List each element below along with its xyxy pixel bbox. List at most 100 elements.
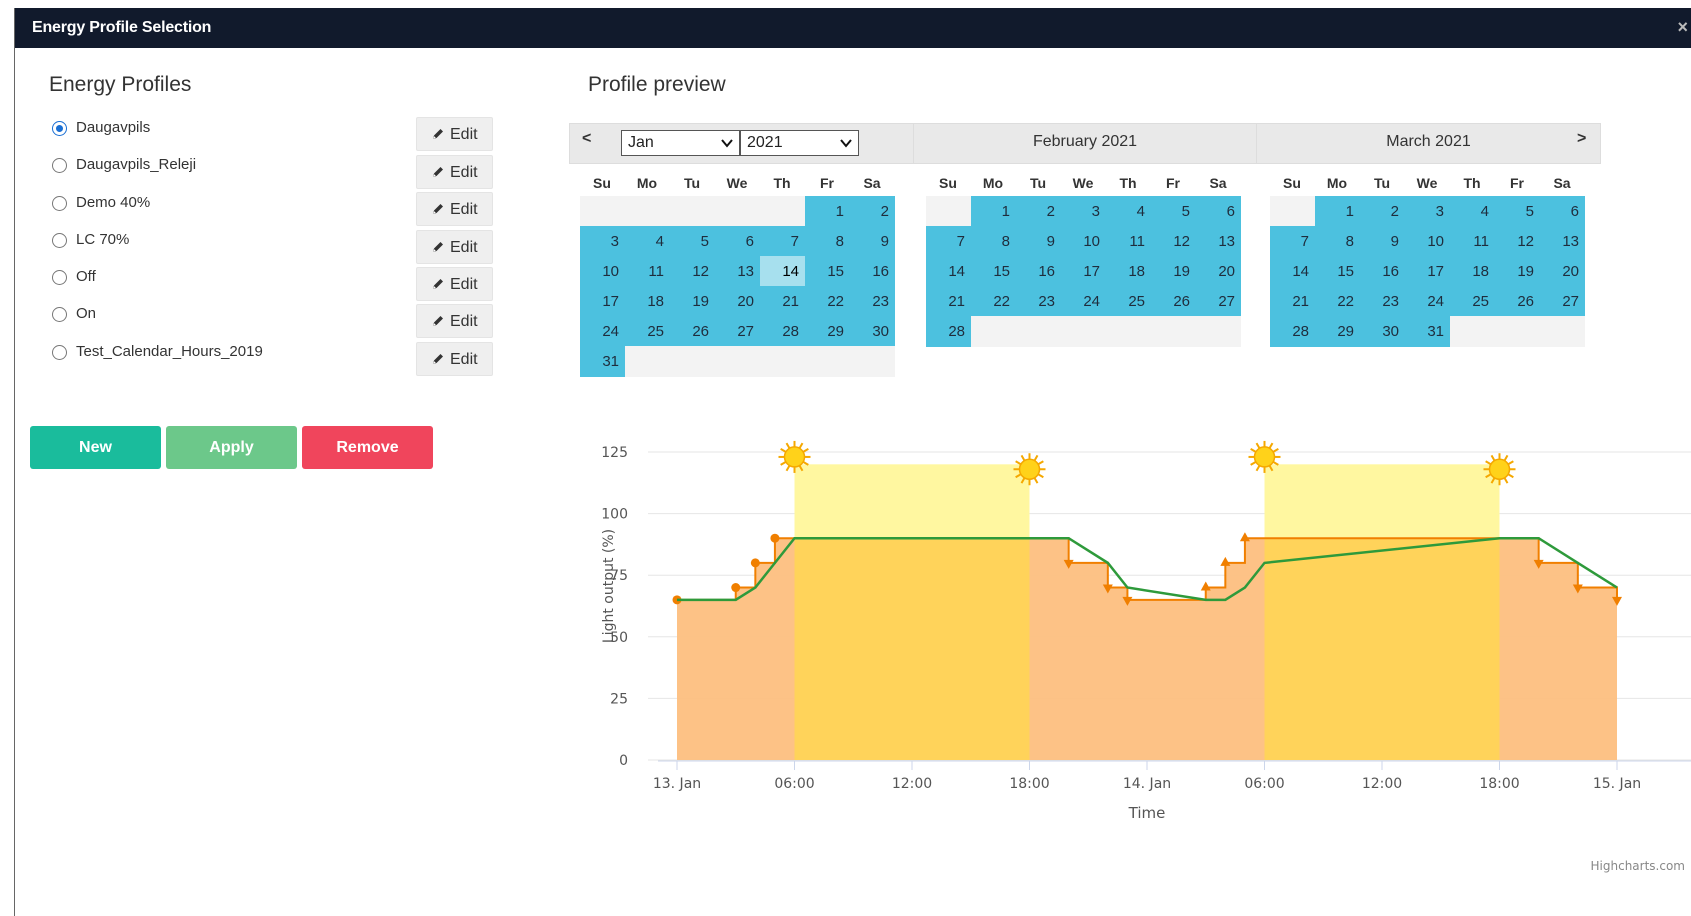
calendar-day[interactable]: 1 <box>971 196 1016 227</box>
profile-radio[interactable] <box>52 270 67 285</box>
calendar-day[interactable]: 28 <box>760 316 805 347</box>
calendar-day[interactable]: 11 <box>1106 226 1151 257</box>
calendar-day[interactable]: 21 <box>1270 286 1315 317</box>
calendar-day[interactable]: 26 <box>1151 286 1196 317</box>
calendar-day[interactable]: 20 <box>1196 256 1241 287</box>
calendar-day[interactable]: 18 <box>1450 256 1495 287</box>
calendar-day[interactable]: 9 <box>1016 226 1061 257</box>
close-icon[interactable]: × <box>1677 17 1688 38</box>
calendar-day[interactable]: 11 <box>625 256 670 287</box>
calendar-day[interactable]: 2 <box>1016 196 1061 227</box>
calendar-day[interactable]: 1 <box>805 196 850 227</box>
apply-button[interactable]: Apply <box>166 426 297 469</box>
remove-button[interactable]: Remove <box>302 426 433 469</box>
edit-profile-button[interactable]: Edit <box>416 192 493 226</box>
calendar-day[interactable]: 2 <box>1360 196 1405 227</box>
calendar-day[interactable]: 18 <box>625 286 670 317</box>
calendar-day[interactable]: 4 <box>1106 196 1151 227</box>
month-select[interactable]: Jan <box>621 130 740 156</box>
calendar-day[interactable]: 21 <box>926 286 971 317</box>
calendar-day[interactable]: 19 <box>1495 256 1540 287</box>
calendar-day[interactable]: 4 <box>625 226 670 257</box>
calendar-day[interactable]: 13 <box>715 256 760 287</box>
calendar-day[interactable]: 7 <box>926 226 971 257</box>
profile-radio[interactable] <box>52 307 67 322</box>
prev-month-button[interactable]: < <box>582 130 591 148</box>
calendar-day[interactable]: 24 <box>580 316 625 347</box>
calendar-day[interactable]: 22 <box>971 286 1016 317</box>
calendar-day[interactable]: 23 <box>1360 286 1405 317</box>
calendar-day[interactable]: 31 <box>580 346 625 377</box>
calendar-day[interactable]: 13 <box>1540 226 1585 257</box>
profile-radio[interactable] <box>52 121 67 136</box>
calendar-day[interactable]: 16 <box>1016 256 1061 287</box>
edit-profile-button[interactable]: Edit <box>416 117 493 151</box>
calendar-day[interactable]: 27 <box>1196 286 1241 317</box>
calendar-day[interactable]: 14 <box>926 256 971 287</box>
calendar-day[interactable]: 28 <box>926 316 971 347</box>
calendar-day[interactable]: 24 <box>1061 286 1106 317</box>
calendar-day[interactable]: 3 <box>580 226 625 257</box>
calendar-day[interactable]: 8 <box>1315 226 1360 257</box>
calendar-day[interactable]: 14 <box>760 256 805 287</box>
profile-radio[interactable] <box>52 196 67 211</box>
new-button[interactable]: New <box>30 426 161 469</box>
calendar-day[interactable]: 11 <box>1450 226 1495 257</box>
calendar-day[interactable]: 10 <box>1405 226 1450 257</box>
calendar-day[interactable]: 15 <box>971 256 1016 287</box>
calendar-day[interactable]: 23 <box>850 286 895 317</box>
calendar-day[interactable]: 12 <box>1151 226 1196 257</box>
calendar-day[interactable]: 25 <box>625 316 670 347</box>
calendar-day[interactable]: 19 <box>670 286 715 317</box>
calendar-day[interactable]: 6 <box>1540 196 1585 227</box>
calendar-day[interactable]: 29 <box>805 316 850 347</box>
calendar-day[interactable]: 21 <box>760 286 805 317</box>
calendar-day[interactable]: 22 <box>805 286 850 317</box>
calendar-day[interactable]: 8 <box>971 226 1016 257</box>
edit-profile-button[interactable]: Edit <box>416 267 493 301</box>
calendar-day[interactable]: 8 <box>805 226 850 257</box>
calendar-day[interactable]: 17 <box>1061 256 1106 287</box>
calendar-day[interactable]: 5 <box>1495 196 1540 227</box>
calendar-day[interactable]: 31 <box>1405 316 1450 347</box>
calendar-day[interactable]: 27 <box>715 316 760 347</box>
calendar-day[interactable]: 9 <box>850 226 895 257</box>
calendar-day[interactable]: 7 <box>760 226 805 257</box>
calendar-day[interactable]: 23 <box>1016 286 1061 317</box>
calendar-day[interactable]: 15 <box>805 256 850 287</box>
calendar-day[interactable]: 10 <box>580 256 625 287</box>
calendar-day[interactable]: 30 <box>1360 316 1405 347</box>
calendar-day[interactable]: 29 <box>1315 316 1360 347</box>
calendar-day[interactable]: 12 <box>1495 226 1540 257</box>
calendar-day[interactable]: 10 <box>1061 226 1106 257</box>
calendar-day[interactable]: 19 <box>1151 256 1196 287</box>
calendar-day[interactable]: 7 <box>1270 226 1315 257</box>
calendar-day[interactable]: 15 <box>1315 256 1360 287</box>
calendar-day[interactable]: 5 <box>670 226 715 257</box>
profile-radio[interactable] <box>52 233 67 248</box>
calendar-day[interactable]: 25 <box>1450 286 1495 317</box>
calendar-day[interactable]: 2 <box>850 196 895 227</box>
edit-profile-button[interactable]: Edit <box>416 155 493 189</box>
profile-radio[interactable] <box>52 158 67 173</box>
calendar-day[interactable]: 16 <box>850 256 895 287</box>
calendar-day[interactable]: 25 <box>1106 286 1151 317</box>
calendar-day[interactable]: 13 <box>1196 226 1241 257</box>
edit-profile-button[interactable]: Edit <box>416 230 493 264</box>
edit-profile-button[interactable]: Edit <box>416 304 493 338</box>
calendar-day[interactable]: 22 <box>1315 286 1360 317</box>
calendar-day[interactable]: 3 <box>1405 196 1450 227</box>
profile-radio[interactable] <box>52 345 67 360</box>
calendar-day[interactable]: 17 <box>1405 256 1450 287</box>
calendar-day[interactable]: 4 <box>1450 196 1495 227</box>
year-select[interactable]: 2021 <box>740 130 859 156</box>
calendar-day[interactable]: 24 <box>1405 286 1450 317</box>
calendar-day[interactable]: 28 <box>1270 316 1315 347</box>
calendar-day[interactable]: 20 <box>1540 256 1585 287</box>
calendar-day[interactable]: 3 <box>1061 196 1106 227</box>
calendar-day[interactable]: 17 <box>580 286 625 317</box>
calendar-day[interactable]: 16 <box>1360 256 1405 287</box>
calendar-day[interactable]: 1 <box>1315 196 1360 227</box>
calendar-day[interactable]: 12 <box>670 256 715 287</box>
calendar-day[interactable]: 26 <box>670 316 715 347</box>
